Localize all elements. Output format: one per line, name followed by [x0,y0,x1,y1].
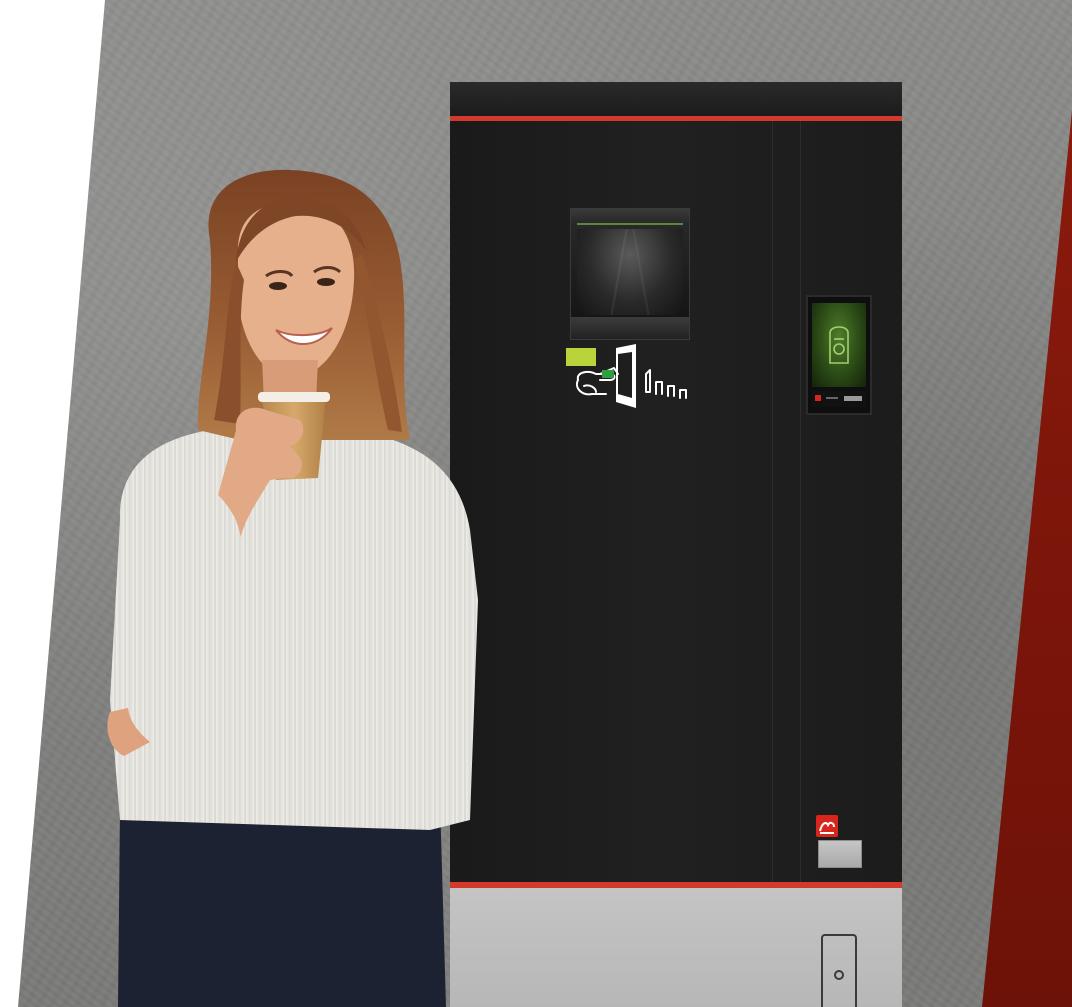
payment-screen-icon [806,295,872,415]
cup-vending-machine [450,82,902,1007]
dispenser-ledge [571,317,689,339]
screen-display [812,303,866,387]
panel-divider-line [800,121,801,882]
dispenser-cavity [577,229,683,315]
panel-divider-line [772,121,773,882]
dispenser-led [577,223,683,225]
product-photo [0,0,1072,1007]
lock-icon [834,970,844,980]
instruction-pictogram [576,344,687,408]
cup-dispenser-icon [570,208,690,340]
machine-top-cap [450,82,902,118]
service-door-handle [821,934,857,1007]
brand-logo-icon [816,815,838,837]
contactless-cup-icon [829,326,849,364]
insert-cup-instruction-icon [566,344,706,412]
cup-return-slot [818,840,862,868]
screen-footer-bar [812,391,866,407]
